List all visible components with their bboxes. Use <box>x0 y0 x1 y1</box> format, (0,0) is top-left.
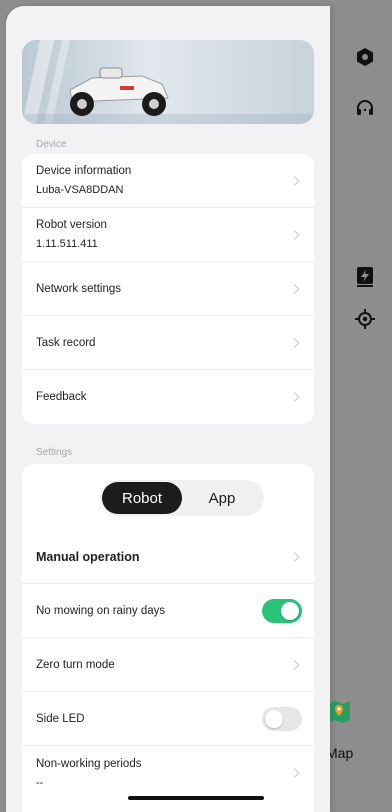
chevron-right-icon <box>289 283 300 294</box>
task-record-row[interactable]: Task record <box>22 316 314 370</box>
chevron-right-icon <box>289 337 300 348</box>
device-information-row[interactable]: Device information Luba-VSA8DDAN <box>22 154 314 208</box>
map-right-rail <box>340 0 392 812</box>
chevron-right-icon <box>289 551 300 562</box>
device-section-label: Device <box>36 139 67 150</box>
toggle-knob <box>265 709 283 728</box>
feedback-row[interactable]: Feedback <box>22 370 314 424</box>
settings-card: Robot App Manual operation No mowing on … <box>22 464 314 812</box>
row-title: Feedback <box>36 391 87 403</box>
device-name-value: Luba-VSA8DDAN <box>36 184 124 196</box>
toggle-knob <box>281 601 299 620</box>
chevron-right-icon <box>289 392 300 402</box>
map-label[interactable]: Map <box>326 745 353 761</box>
row-title: Manual operation <box>36 549 140 564</box>
hexagon-icon[interactable] <box>352 44 378 70</box>
locate-icon[interactable] <box>352 306 378 332</box>
settings-list: Manual operation No mowing on rainy days… <box>22 530 314 800</box>
side-led-row: Side LED <box>22 692 314 746</box>
segment-robot[interactable]: Robot <box>102 482 182 514</box>
charging-station-icon[interactable] <box>352 264 378 290</box>
non-working-periods-row[interactable]: Non-working periods -- <box>22 746 314 800</box>
no-mowing-rainy-days-row: No mowing on rainy days <box>22 584 314 638</box>
network-settings-row[interactable]: Network settings <box>22 262 314 316</box>
segment-app[interactable]: App <box>182 482 262 514</box>
robot-version-row[interactable]: Robot version 1.11.511.411 <box>22 208 314 262</box>
zero-turn-mode-row[interactable]: Zero turn mode <box>22 638 314 692</box>
rainy-days-toggle[interactable] <box>262 598 302 623</box>
row-title: Task record <box>36 336 96 349</box>
device-card: Device information Luba-VSA8DDAN Robot v… <box>22 154 314 424</box>
row-title: Device information <box>36 165 132 177</box>
row-title: Non-working periods <box>36 757 142 770</box>
non-working-periods-value: -- <box>36 776 44 789</box>
chevron-right-icon <box>289 175 300 186</box>
side-led-toggle[interactable] <box>262 706 302 731</box>
manual-operation-row[interactable]: Manual operation <box>22 530 314 584</box>
robot-version-value: 1.11.511.411 <box>36 238 98 250</box>
settings-drawer: Device Device information Luba-VSA8DDAN … <box>6 6 330 812</box>
row-title: Network settings <box>36 282 122 295</box>
row-title: Robot version <box>36 219 107 231</box>
row-title: Zero turn mode <box>36 658 115 671</box>
headset-icon[interactable] <box>352 96 378 122</box>
row-title: No mowing on rainy days <box>36 604 166 617</box>
home-indicator[interactable] <box>128 796 264 800</box>
robot-app-segmented-control: Robot App <box>100 480 264 516</box>
robot-hero-image <box>22 40 314 124</box>
chevron-right-icon <box>289 229 300 240</box>
row-title: Side LED <box>36 712 85 725</box>
chevron-right-icon <box>289 659 300 670</box>
chevron-right-icon <box>289 768 300 778</box>
settings-section-label: Settings <box>36 447 73 458</box>
